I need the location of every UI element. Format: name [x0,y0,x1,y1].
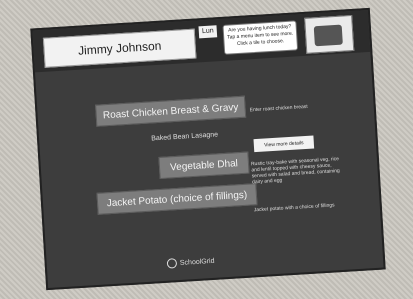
mascot-icon [304,14,355,54]
bottom-note: Jacket potato with a choice of fillings [253,202,335,214]
menu-area: Roast Chicken Breast & Gravy Baked Bean … [35,52,384,288]
menu-item-roast-chicken[interactable]: Roast Chicken Breast & Gravy [95,95,247,127]
student-name: Jimmy Johnson [42,28,197,68]
top-note: Enter roast chicken breast [249,103,308,114]
kiosk-screen: Jimmy Johnson Lun Are you having lunch t… [30,7,386,291]
menu-item-vegetable-dhal[interactable]: Vegetable Dhal [158,151,250,180]
mascot-shape [313,24,343,47]
brand-name: SchoolGrid [179,257,215,267]
top-badge: Lun [198,25,218,39]
brand-logo-icon [166,258,178,269]
view-details-button[interactable]: View more details [253,135,315,153]
menu-item-jacket-potato[interactable]: Jacket Potato (choice of fillings) [96,183,258,215]
menu-item-lasagne[interactable]: Baked Bean Lasagne [151,131,218,142]
instruction-bubble: Are you having lunch today? Tap a menu i… [222,20,299,55]
middle-note: Rustic tray-bake with seasonal veg, rice… [250,156,340,186]
